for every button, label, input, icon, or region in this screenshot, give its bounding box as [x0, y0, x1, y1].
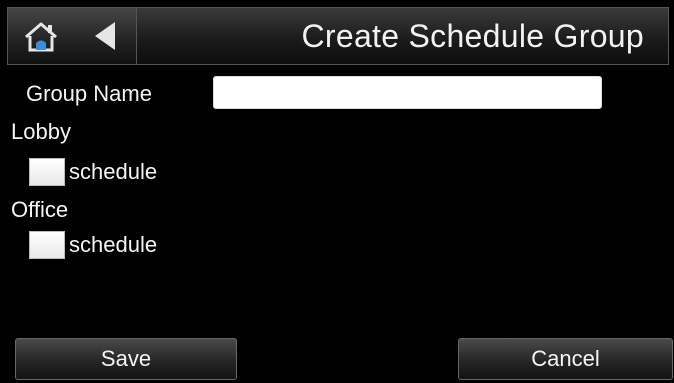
group-name-label: Group Name	[26, 81, 152, 106]
back-arrow-icon	[95, 22, 115, 50]
office-schedule-label: schedule	[69, 232, 158, 257]
page-title: Create Schedule Group	[301, 17, 644, 54]
title-bar: Create Schedule Group	[7, 7, 669, 65]
section-label-lobby: Lobby	[11, 119, 71, 144]
lobby-schedule-label: schedule	[69, 159, 158, 184]
section-label-office: Office	[11, 197, 69, 222]
save-button[interactable]: Save	[15, 338, 237, 380]
lobby-schedule-option[interactable]: schedule	[29, 156, 157, 188]
lobby-schedule-checkbox[interactable]	[29, 158, 65, 186]
back-button[interactable]	[74, 8, 137, 64]
screen: Create Schedule Group Group Name Lobby s…	[0, 0, 674, 383]
office-schedule-option[interactable]: schedule	[29, 229, 157, 261]
office-schedule-checkbox[interactable]	[29, 231, 65, 259]
home-button[interactable]	[8, 8, 75, 64]
home-icon	[25, 22, 57, 52]
group-name-input[interactable]	[213, 76, 602, 109]
cancel-button[interactable]: Cancel	[458, 338, 673, 380]
